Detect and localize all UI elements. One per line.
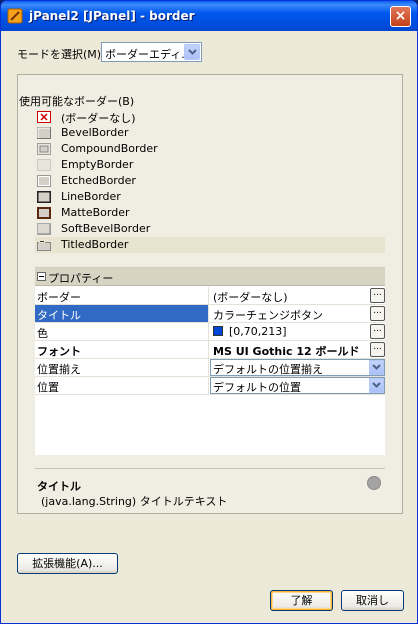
position-value: デフォルトの位置 [213,381,301,394]
list-item-bevel-border[interactable]: BevelBorder [37,125,387,141]
empty-border-icon [37,159,51,171]
etched-border-icon [37,175,51,187]
property-row-color[interactable]: 色 [0,70,213] ... [35,323,385,341]
help-icon[interactable] [367,476,381,490]
color-value-text: [0,70,213] [229,325,287,338]
ellipsis-button[interactable]: ... [370,288,385,303]
title-bar[interactable]: jPanel2 [JPanel] - border × [1,1,417,31]
property-value[interactable]: MS UI Gothic 12 ボールド [210,341,385,358]
property-row-justification[interactable]: 位置揃え デフォルトの位置揃え [35,359,385,377]
ellipsis-button[interactable]: ... [370,342,385,357]
property-row-border[interactable]: ボーダー (ボーダーなし) ... [35,287,385,305]
position-select[interactable]: デフォルトの位置 [210,377,385,394]
property-name: フォント [35,341,209,358]
cancel-button[interactable]: 取消し [341,590,404,611]
justification-value: デフォルトの位置揃え [213,363,323,376]
titled-border-icon [37,240,51,251]
property-value[interactable]: カラーチェンジボタン [210,305,385,322]
divider [35,468,385,469]
ok-button[interactable]: 了解 [270,590,333,611]
close-button[interactable]: × [390,6,411,27]
mode-select-label: モードを選択(M): [17,48,105,61]
list-item-titled-border[interactable]: TitledBorder [35,237,385,253]
app-icon [7,8,23,24]
property-row-position[interactable]: 位置 デフォルトの位置 [35,377,385,395]
property-name: 位置 [35,377,209,394]
bevel-border-icon [37,127,51,139]
line-border-icon [37,191,51,203]
description-text: (java.lang.String) タイトルテキスト [41,495,228,508]
chevron-down-icon[interactable] [184,44,200,60]
property-value[interactable]: [0,70,213] [210,323,385,340]
justification-select[interactable]: デフォルトの位置揃え [210,359,385,376]
color-swatch [213,326,223,336]
mode-select[interactable]: ボーダーエディ... [101,42,202,62]
property-row-font[interactable]: フォント MS UI Gothic 12 ボールド ... [35,341,385,359]
dialog-window: jPanel2 [JPanel] - border × モードを選択(M): ボ… [0,0,418,624]
property-sheet: プロパティー ボーダー (ボーダーなし) ... タイトル カラーチェンジボタン… [35,267,385,455]
properties-header-label: プロパティー [48,272,114,285]
window-title: jPanel2 [JPanel] - border [29,9,195,23]
list-item-compound-border[interactable]: CompoundBorder [37,141,387,157]
list-item-no-border[interactable]: (ボーダーなし) [37,109,387,125]
list-item-empty-border[interactable]: EmptyBorder [37,157,387,173]
chevron-down-icon[interactable] [369,360,384,375]
list-item-line-border[interactable]: LineBorder [37,189,387,205]
list-item-soft-bevel-border[interactable]: SoftBevelBorder [37,221,387,237]
list-item-etched-border[interactable]: EtchedBorder [37,173,387,189]
compound-border-icon [37,143,51,155]
matte-border-icon [37,207,51,219]
property-name: 色 [35,323,209,340]
no-border-icon [37,111,51,123]
property-value[interactable]: (ボーダーなし) [210,287,385,304]
available-borders-label: 使用可能なボーダー(B) [19,95,135,108]
soft-bevel-border-icon [37,223,51,235]
properties-header[interactable]: プロパティー [35,268,385,286]
property-name: 位置揃え [35,359,209,376]
list-item-matte-border[interactable]: MatteBorder [37,205,387,221]
property-name: ボーダー [35,287,209,304]
property-name: タイトル [35,305,209,322]
ellipsis-button[interactable]: ... [370,324,385,339]
description-title: タイトル [37,480,81,493]
property-row-title[interactable]: タイトル カラーチェンジボタン ... [35,305,385,323]
collapse-icon[interactable] [37,272,46,281]
advanced-button[interactable]: 拡張機能(A)... [17,553,118,574]
ellipsis-button[interactable]: ... [370,306,385,321]
chevron-down-icon[interactable] [369,378,384,393]
mode-select-value: ボーダーエディ... [105,48,192,61]
